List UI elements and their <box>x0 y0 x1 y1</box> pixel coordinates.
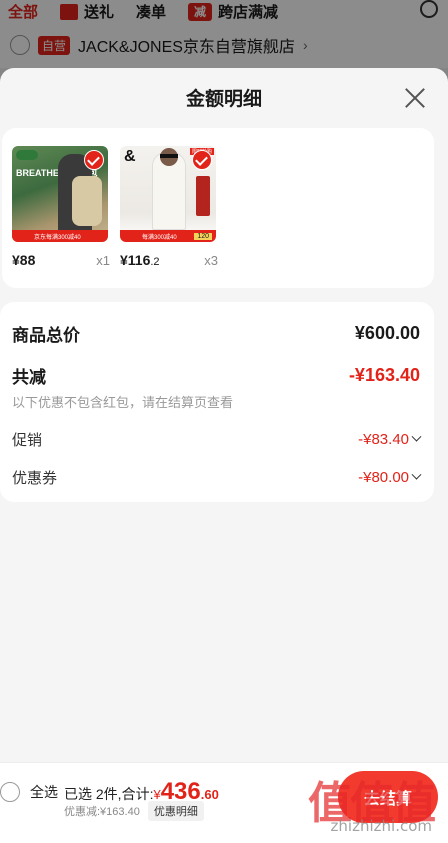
sunglasses-shape <box>160 154 178 158</box>
currency-symbol: ¥ <box>153 787 161 802</box>
coupon-row[interactable]: 优惠券 -¥80.00 <box>12 458 422 496</box>
search-icon[interactable] <box>420 0 438 18</box>
checked-icon[interactable] <box>192 150 212 170</box>
brand-logo <box>16 150 38 160</box>
chevron-down-icon[interactable] <box>411 469 422 480</box>
coupon-value: -¥80.00 <box>358 468 409 486</box>
discount-amount: 优惠减:¥163.40 <box>64 806 140 818</box>
product-item[interactable]: BREATHE 透气背包 京东每满300减40 ¥88 x1 <box>12 146 116 288</box>
products-card: BREATHE 透气背包 京东每满300减40 ¥88 x1 & 限时抢购 <box>2 128 434 288</box>
close-icon[interactable] <box>404 87 426 109</box>
chevron-right-icon: › <box>302 37 308 53</box>
full-cut-icon: 减 <box>188 2 213 21</box>
coupon-label: 优惠券 <box>12 469 58 487</box>
tab-gift[interactable]: 送礼 <box>60 1 114 22</box>
product-meta: ¥88 x1 <box>12 252 116 268</box>
product-item[interactable]: & 限时抢购 每满300减40 120 ¥116.2 x3 <box>120 146 224 288</box>
total-label: 商品总价 <box>12 325 80 345</box>
count-tag: 120 <box>194 233 212 240</box>
reduce-label: 共减 <box>12 367 46 387</box>
promo-value: -¥83.40 <box>358 430 409 448</box>
promo-value-group[interactable]: -¥83.40 <box>358 430 422 448</box>
product-price: ¥116.2 <box>120 252 160 268</box>
checkout-button[interactable]: 去结算 <box>338 771 438 823</box>
package-shape <box>196 176 210 216</box>
brand-logo: & <box>124 148 136 165</box>
price-summary-card: 商品总价 ¥600.00 共减 -¥163.40 以下优惠不包含红包，请在结算页… <box>0 302 434 502</box>
select-all-radio[interactable] <box>0 782 20 802</box>
self-operated-badge: 自营 <box>38 35 71 55</box>
sheet-header: 金额明细 <box>0 68 448 126</box>
promo-strip-text: 京东每满300减40 <box>34 235 81 241</box>
product-meta: ¥116.2 x3 <box>120 252 224 268</box>
promo-strip-text: 每满300减40 <box>142 235 177 241</box>
gift-icon <box>60 3 79 20</box>
total-row: 商品总价 ¥600.00 <box>12 302 420 364</box>
discount-line: 优惠减:¥163.40 优惠明细 <box>64 801 204 821</box>
discount-detail-button[interactable]: 优惠明细 <box>147 801 204 821</box>
checked-icon[interactable] <box>84 150 104 170</box>
amount-detail-sheet: 金额明细 BREATHE 透气背包 京东每满300减40 ¥88 x1 & 每满… <box>0 68 448 762</box>
promo-row[interactable]: 促销 -¥83.40 <box>12 420 422 458</box>
total-decimal: .60 <box>200 787 219 802</box>
store-name[interactable]: JACK&JONES京东自营旗舰店 <box>78 33 295 57</box>
promo-label: 促销 <box>12 431 43 449</box>
tab-all[interactable]: 全部 <box>8 1 38 22</box>
backpack-shape <box>72 176 102 226</box>
product-quantity: x3 <box>204 253 218 268</box>
tab-bar: 全部 送礼 凑单 减跨店满减 <box>0 0 448 22</box>
store-row[interactable]: 自营 JACK&JONES京东自营旗舰店 › <box>0 22 448 68</box>
chevron-down-icon[interactable] <box>411 431 422 442</box>
checkout-bar: 全选 已选 2件,合计: ¥ 436 .60 优惠减:¥163.40 优惠明细 … <box>0 762 448 843</box>
product-quantity: x1 <box>96 253 110 268</box>
discount-note: 以下优惠不包含红包，请在结算页查看 <box>12 395 234 410</box>
tab-cross-store[interactable]: 减跨店满减 <box>188 1 278 22</box>
reduce-row: 共减 -¥163.40 <box>12 364 420 387</box>
total-value: ¥600.00 <box>354 322 420 343</box>
tab-bundle[interactable]: 凑单 <box>136 1 166 22</box>
product-price: ¥88 <box>12 252 36 268</box>
reduce-value: -¥163.40 <box>348 364 420 385</box>
select-all-label[interactable]: 全选 <box>30 782 58 802</box>
product-image-backpack[interactable]: BREATHE 透气背包 京东每满300减40 <box>12 146 108 242</box>
coupon-value-group[interactable]: -¥80.00 <box>358 468 422 486</box>
sheet-title: 金额明细 <box>185 88 262 110</box>
product-image-tshirt[interactable]: & 限时抢购 每满300减40 120 <box>120 146 216 242</box>
store-select-radio[interactable] <box>10 35 30 55</box>
